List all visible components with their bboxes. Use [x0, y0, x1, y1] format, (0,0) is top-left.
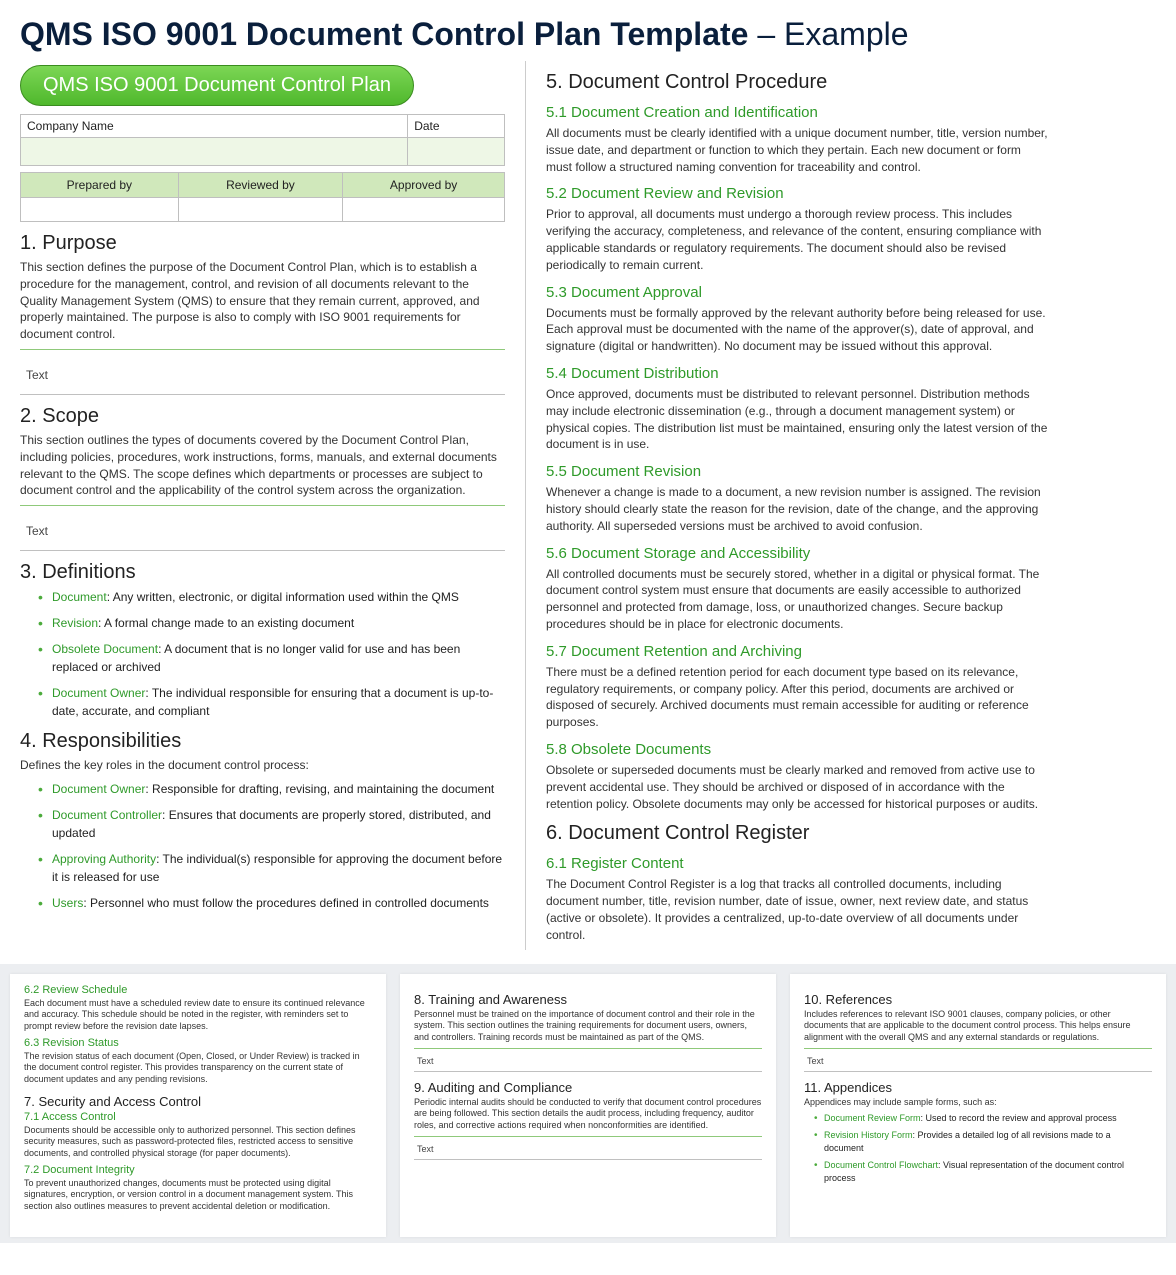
section-5-7-heading: 5.7 Document Retention and Archiving [546, 643, 1050, 660]
section-7-2-heading: 7.2 Document Integrity [24, 1164, 372, 1176]
page-thumbnails: 6.2 Review Schedule Each document must h… [0, 964, 1176, 1243]
section-5-3-heading: 5.3 Document Approval [546, 284, 1050, 301]
section-9-text-input: Text [414, 1138, 762, 1158]
section-10-text-input: Text [804, 1050, 1152, 1070]
definitions-list: Document: Any written, electronic, or di… [20, 588, 505, 720]
date-input[interactable] [408, 138, 505, 166]
reviewed-by-header: Reviewed by [178, 173, 342, 198]
section-2-text-input[interactable]: Text [20, 508, 505, 548]
divider [804, 1048, 1152, 1049]
company-label: Company Name [21, 115, 408, 138]
thumbnail-page-2[interactable]: 6.2 Review Schedule Each document must h… [10, 974, 386, 1237]
list-item: Document Review Form: Used to record the… [814, 1112, 1152, 1126]
divider [804, 1071, 1152, 1072]
section-5-5-desc: Whenever a change is made to a document,… [546, 484, 1050, 534]
divider [20, 394, 505, 395]
section-7-1-desc: Documents should be accessible only to a… [24, 1125, 372, 1160]
thumbnail-page-4[interactable]: 10. References Includes references to re… [790, 974, 1166, 1237]
prepared-by-input[interactable] [21, 198, 179, 222]
section-6-3-desc: The revision status of each document (Op… [24, 1051, 372, 1086]
section-5-6-heading: 5.6 Document Storage and Accessibility [546, 545, 1050, 562]
section-1-heading: 1. Purpose [20, 232, 505, 255]
section-4-heading: 4. Responsibilities [20, 730, 505, 753]
section-6-2-heading: 6.2 Review Schedule [24, 984, 372, 996]
responsibilities-list: Document Owner: Responsible for drafting… [20, 780, 505, 912]
list-item: Revision: A formal change made to an exi… [38, 614, 505, 632]
divider [20, 505, 505, 506]
list-item: Document Owner: The individual responsib… [38, 684, 505, 720]
divider [414, 1159, 762, 1160]
section-5-heading: 5. Document Control Procedure [546, 71, 1050, 94]
section-5-4-desc: Once approved, documents must be distrib… [546, 386, 1050, 453]
list-item: Document Control Flowchart: Visual repre… [814, 1159, 1152, 1186]
section-5-2-heading: 5.2 Document Review and Revision [546, 185, 1050, 202]
section-2-desc: This section outlines the types of docum… [20, 432, 505, 499]
list-item: Document: Any written, electronic, or di… [38, 588, 505, 606]
section-5-8-heading: 5.8 Obsolete Documents [546, 741, 1050, 758]
section-10-heading: 10. References [804, 992, 1152, 1007]
reviewed-by-input[interactable] [178, 198, 342, 222]
list-item: Users: Personnel who must follow the pro… [38, 894, 505, 912]
approved-by-header: Approved by [343, 173, 505, 198]
section-7-2-desc: To prevent unauthorized changes, documen… [24, 1178, 372, 1213]
approved-by-input[interactable] [343, 198, 505, 222]
signoff-table: Prepared by Reviewed by Approved by [20, 172, 505, 222]
section-7-1-heading: 7.1 Access Control [24, 1111, 372, 1123]
title-bold: QMS ISO 9001 Document Control Plan Templ… [20, 16, 748, 52]
section-6-heading: 6. Document Control Register [546, 822, 1050, 845]
divider [414, 1048, 762, 1049]
section-4-desc: Defines the key roles in the document co… [20, 757, 505, 774]
section-5-1-desc: All documents must be clearly identified… [546, 125, 1050, 175]
divider [20, 349, 505, 350]
section-7-heading: 7. Security and Access Control [24, 1094, 372, 1109]
section-6-1-heading: 6.1 Register Content [546, 855, 1050, 872]
section-8-text-input: Text [414, 1050, 762, 1070]
title-light: – Example [748, 16, 908, 52]
section-1-text-input[interactable]: Text [20, 352, 505, 392]
section-5-5-heading: 5.5 Document Revision [546, 463, 1050, 480]
list-item: Revision History Form: Provides a detail… [814, 1129, 1152, 1156]
page-title: QMS ISO 9001 Document Control Plan Templ… [0, 0, 1176, 61]
section-6-2-desc: Each document must have a scheduled revi… [24, 998, 372, 1033]
list-item: Document Controller: Ensures that docume… [38, 806, 505, 842]
section-5-4-heading: 5.4 Document Distribution [546, 365, 1050, 382]
section-8-heading: 8. Training and Awareness [414, 992, 762, 1007]
divider [20, 550, 505, 551]
section-6-3-heading: 6.3 Revision Status [24, 1037, 372, 1049]
company-date-table: Company Name Date [20, 114, 505, 166]
section-3-heading: 3. Definitions [20, 561, 505, 584]
section-8-desc: Personnel must be trained on the importa… [414, 1009, 762, 1044]
prepared-by-header: Prepared by [21, 173, 179, 198]
section-11-desc: Appendices may include sample forms, suc… [804, 1097, 1152, 1109]
left-column: QMS ISO 9001 Document Control Plan Compa… [20, 61, 525, 950]
section-6-1-desc: The Document Control Register is a log t… [546, 876, 1050, 943]
section-10-desc: Includes references to relevant ISO 9001… [804, 1009, 1152, 1044]
section-11-heading: 11. Appendices [804, 1080, 1152, 1095]
section-5-7-desc: There must be a defined retention period… [546, 664, 1050, 731]
section-1-desc: This section defines the purpose of the … [20, 259, 505, 343]
section-5-8-desc: Obsolete or superseded documents must be… [546, 762, 1050, 812]
right-column: 5. Document Control Procedure 5.1 Docume… [525, 61, 1050, 950]
date-label: Date [408, 115, 505, 138]
section-5-6-desc: All controlled documents must be securel… [546, 566, 1050, 633]
appendices-list: Document Review Form: Used to record the… [804, 1112, 1152, 1186]
document-badge: QMS ISO 9001 Document Control Plan [20, 65, 414, 106]
section-5-3-desc: Documents must be formally approved by t… [546, 305, 1050, 355]
company-input[interactable] [21, 138, 408, 166]
section-9-heading: 9. Auditing and Compliance [414, 1080, 762, 1095]
list-item: Document Owner: Responsible for drafting… [38, 780, 505, 798]
section-2-heading: 2. Scope [20, 405, 505, 428]
divider [414, 1071, 762, 1072]
divider [414, 1136, 762, 1137]
thumbnail-page-3[interactable]: 8. Training and Awareness Personnel must… [400, 974, 776, 1237]
section-5-2-desc: Prior to approval, all documents must un… [546, 206, 1050, 273]
section-5-1-heading: 5.1 Document Creation and Identification [546, 104, 1050, 121]
list-item: Obsolete Document: A document that is no… [38, 640, 505, 676]
list-item: Approving Authority: The individual(s) r… [38, 850, 505, 886]
section-9-desc: Periodic internal audits should be condu… [414, 1097, 762, 1132]
